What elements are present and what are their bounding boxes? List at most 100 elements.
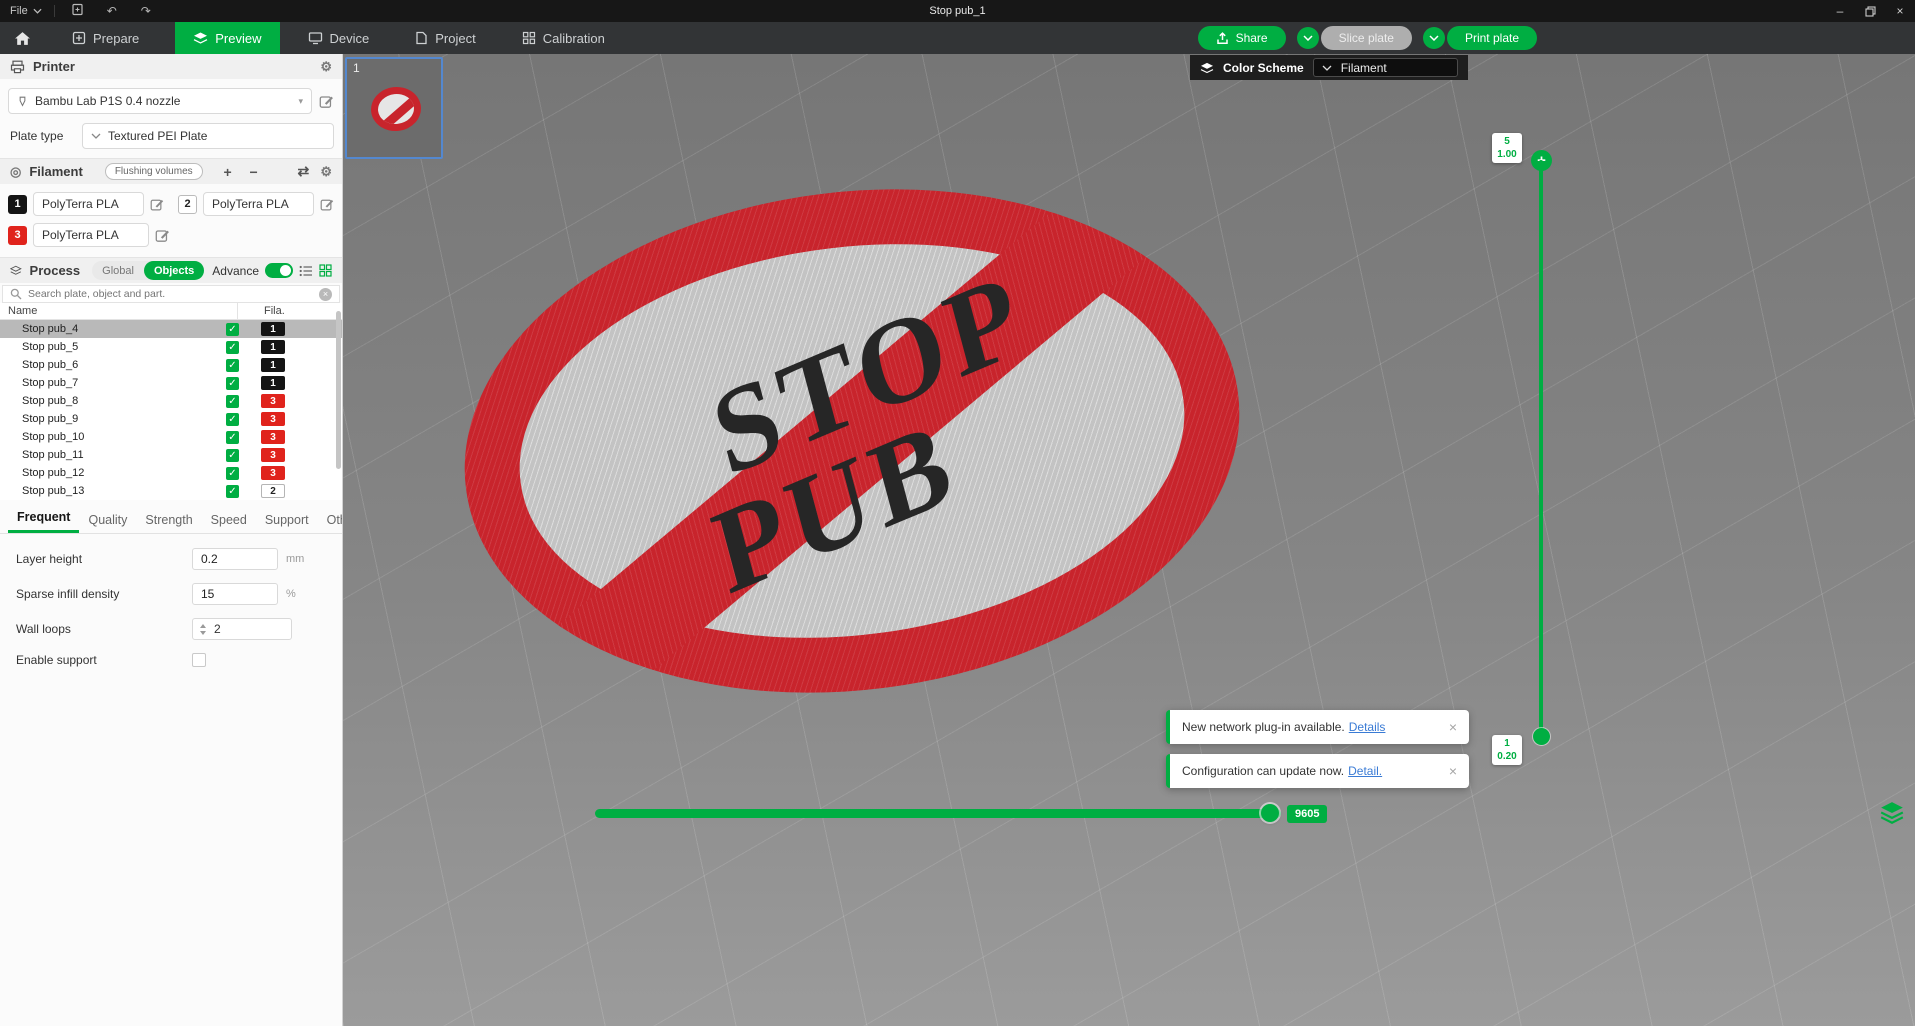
filament-badge[interactable]: 2 [261, 484, 285, 498]
filament-badge[interactable]: 1 [261, 322, 285, 336]
remove-filament-button[interactable]: − [245, 164, 263, 180]
tab-strength[interactable]: Strength [136, 513, 201, 533]
printer-select[interactable]: Bambu Lab P1S 0.4 nozzle ▾ [8, 88, 312, 114]
color-scheme-select[interactable]: Filament [1312, 58, 1458, 77]
model-stop-pub-sign[interactable]: STOP PUB [435, 146, 1269, 736]
table-row[interactable]: Stop pub_10 ✓ 3 [0, 428, 342, 446]
save-icon[interactable] [67, 3, 89, 19]
plate-thumbnail[interactable]: 1 [345, 57, 443, 159]
layer-slider-track[interactable] [1539, 160, 1543, 737]
visibility-checkbox[interactable]: ✓ [226, 394, 239, 408]
filament-2-color-badge[interactable]: 2 [178, 194, 197, 214]
layer-slider-handle[interactable] [1533, 728, 1550, 745]
enable-support-checkbox[interactable] [192, 653, 206, 667]
share-button[interactable]: Share [1197, 26, 1286, 50]
filament-3-color-badge[interactable]: 3 [8, 225, 27, 245]
maximize-button[interactable] [1855, 0, 1885, 22]
visibility-checkbox[interactable]: ✓ [226, 412, 239, 426]
layer-height-input[interactable] [192, 548, 278, 570]
filament-badge[interactable]: 1 [261, 340, 285, 354]
file-menu[interactable]: File [10, 5, 42, 17]
table-row[interactable]: Stop pub_8 ✓ 3 [0, 392, 342, 410]
notification-details-link[interactable]: Details [1349, 720, 1386, 734]
printer-settings-gear-icon[interactable]: ⚙ [320, 59, 332, 75]
close-icon[interactable]: × [1449, 763, 1457, 779]
filament-badge[interactable]: 1 [261, 358, 285, 372]
home-button[interactable] [0, 22, 44, 54]
color-scheme-bar: Color Scheme Filament [1190, 55, 1468, 80]
close-button[interactable]: × [1885, 0, 1915, 22]
tab-quality[interactable]: Quality [79, 513, 136, 533]
add-filament-button[interactable]: + [219, 164, 237, 180]
tab-support[interactable]: Support [256, 513, 318, 533]
edit-filament-1-icon[interactable] [150, 197, 164, 212]
layers-view-button[interactable] [1877, 798, 1907, 828]
visibility-checkbox[interactable]: ✓ [226, 448, 239, 462]
tab-preview[interactable]: Preview [175, 22, 280, 54]
filament-sync-icon[interactable]: ⇄ [294, 163, 312, 180]
sparse-infill-input[interactable] [192, 583, 278, 605]
table-row[interactable]: Stop pub_9 ✓ 3 [0, 410, 342, 428]
filament-badge[interactable]: 3 [261, 466, 285, 480]
minimize-button[interactable]: – [1825, 0, 1855, 22]
visibility-checkbox[interactable]: ✓ [226, 430, 239, 444]
filament-badge[interactable]: 3 [261, 394, 285, 408]
move-slider-handle[interactable] [1261, 804, 1279, 822]
filament-badge[interactable]: 3 [261, 448, 285, 462]
tab-others[interactable]: Others [318, 513, 342, 533]
search-clear-button[interactable]: × [319, 287, 332, 301]
stepper-up-icon[interactable] [200, 623, 206, 628]
tab-calibration[interactable]: Calibration [504, 22, 623, 54]
close-icon[interactable]: × [1449, 719, 1457, 735]
tab-device[interactable]: Device [290, 22, 388, 54]
wall-loops-stepper[interactable]: 2 [192, 618, 292, 640]
table-row[interactable]: Stop pub_12 ✓ 3 [0, 464, 342, 482]
filament-3-select[interactable]: PolyTerra PLA [33, 223, 149, 247]
scope-objects-button[interactable]: Objects [143, 261, 205, 280]
move-slider-track[interactable] [595, 809, 1281, 818]
filament-badge[interactable]: 3 [261, 430, 285, 444]
visibility-checkbox[interactable]: ✓ [226, 322, 239, 336]
stepper-down-icon[interactable] [200, 630, 206, 635]
print-plate-button[interactable]: Print plate [1446, 26, 1537, 50]
print-options-button[interactable] [1422, 27, 1445, 49]
slice-plate-button[interactable]: Slice plate [1320, 26, 1412, 50]
visibility-checkbox[interactable]: ✓ [226, 484, 239, 498]
visibility-checkbox[interactable]: ✓ [226, 358, 239, 372]
filament-1-color-badge[interactable]: 1 [8, 194, 27, 214]
viewport-3d[interactable]: 1 Color Scheme Filament STOP PUB 5 1.00 … [343, 54, 1915, 1026]
table-scrollbar[interactable] [336, 311, 341, 469]
table-row[interactable]: Stop pub_4 ✓ 1 [0, 320, 342, 338]
scope-global-button[interactable]: Global [92, 265, 144, 277]
slice-options-button[interactable] [1296, 27, 1319, 49]
filament-badge[interactable]: 3 [261, 412, 285, 426]
tab-prepare[interactable]: Prepare [54, 22, 157, 54]
flushing-volumes-button[interactable]: Flushing volumes [104, 163, 203, 180]
undo-icon[interactable]: ↶ [101, 4, 123, 18]
edit-printer-icon[interactable] [319, 94, 334, 109]
filament-badge[interactable]: 1 [261, 376, 285, 390]
table-row[interactable]: Stop pub_5 ✓ 1 [0, 338, 342, 356]
tab-frequent[interactable]: Frequent [8, 510, 80, 533]
plate-type-select[interactable]: Textured PEI Plate [82, 123, 334, 149]
tab-speed[interactable]: Speed [202, 513, 256, 533]
visibility-checkbox[interactable]: ✓ [226, 340, 239, 354]
advance-toggle[interactable] [265, 263, 293, 278]
table-row[interactable]: Stop pub_13 ✓ 2 [0, 482, 342, 500]
visibility-checkbox[interactable]: ✓ [226, 376, 239, 390]
tab-project[interactable]: Project [397, 22, 493, 54]
edit-filament-3-icon[interactable] [155, 228, 170, 243]
redo-icon[interactable]: ↷ [135, 4, 157, 18]
objects-grid-icon[interactable] [319, 264, 332, 277]
table-row[interactable]: Stop pub_6 ✓ 1 [0, 356, 342, 374]
notification-detail-link[interactable]: Detail. [1348, 764, 1382, 778]
filament-2-select[interactable]: PolyTerra PLA [203, 192, 314, 216]
parameter-list-icon[interactable] [299, 265, 313, 277]
filament-1-select[interactable]: PolyTerra PLA [33, 192, 144, 216]
search-input[interactable] [28, 288, 313, 300]
table-row[interactable]: Stop pub_11 ✓ 3 [0, 446, 342, 464]
table-row[interactable]: Stop pub_7 ✓ 1 [0, 374, 342, 392]
visibility-checkbox[interactable]: ✓ [226, 466, 239, 480]
edit-filament-2-icon[interactable] [320, 197, 334, 212]
filament-settings-gear-icon[interactable]: ⚙ [320, 164, 332, 180]
